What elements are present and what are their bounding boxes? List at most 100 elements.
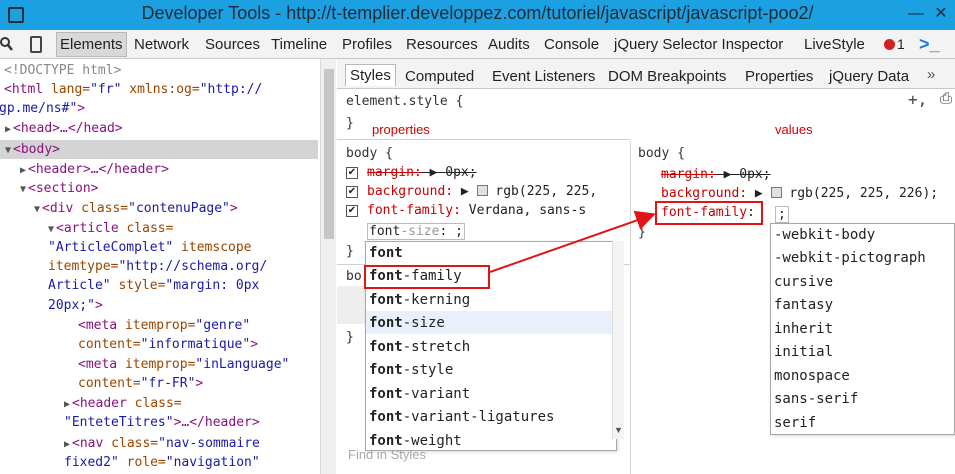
tab-resources[interactable]: Resources — [406, 36, 478, 53]
collapse-triangle-icon[interactable]: ▼ — [20, 184, 26, 195]
property-edit-input[interactable]: font-size: ; — [367, 223, 465, 240]
element-style-selector[interactable]: element.style { — [346, 94, 463, 109]
body-rule-close: } — [346, 244, 354, 259]
value-suggestion[interactable]: -webkit-pictograph — [774, 250, 926, 266]
suggestion-font-kerning[interactable]: font-kerning — [369, 292, 470, 308]
dom-node-header-titres[interactable]: ▶ <header class= — [64, 396, 182, 411]
dom-node-meta-lang-cont[interactable]: content="fr-FR"> — [78, 376, 203, 391]
tab-event-listeners[interactable]: Event Listeners — [492, 68, 595, 85]
dom-node-body[interactable]: ▼ <body> — [5, 142, 60, 157]
margin-declaration-right[interactable]: margin: ▶ 0px; — [661, 167, 771, 182]
add-rule-icon[interactable]: +, — [908, 90, 927, 109]
tab-profiles[interactable]: Profiles — [342, 36, 392, 53]
tab-jquery-data[interactable]: jQuery Data — [829, 68, 909, 85]
tab-elements[interactable]: Elements — [56, 32, 127, 57]
body-rule-close-right: } — [638, 225, 646, 240]
error-count[interactable]: 1 — [897, 36, 905, 52]
background-declaration[interactable]: background: ▶ rgb(225, 225, — [367, 184, 597, 199]
font-family-declaration[interactable]: font-family: Verdana, sans-s — [367, 203, 586, 218]
dom-scrollbar-thumb[interactable] — [324, 69, 334, 239]
value-autocomplete: -webkit-body -webkit-pictograph cursive … — [770, 223, 955, 435]
dom-node-meta-genre-cont[interactable]: content="informatique"> — [78, 337, 258, 352]
dom-node-doctype[interactable]: <!DOCTYPE html> — [4, 63, 121, 78]
tab-livestyle[interactable]: LiveStyle — [804, 36, 865, 53]
body-selector[interactable]: body { — [346, 146, 393, 161]
collapse-triangle-icon[interactable]: ▼ — [48, 224, 54, 235]
value-suggestion[interactable]: fantasy — [774, 297, 833, 313]
dom-node-header[interactable]: ▶ <header>…</header> — [20, 162, 169, 177]
tab-timeline[interactable]: Timeline — [271, 36, 327, 53]
dom-scrollbar[interactable] — [320, 59, 336, 474]
dom-node-article-cont[interactable]: 20px;"> — [48, 298, 103, 313]
error-icon[interactable] — [884, 39, 895, 50]
font-family-checkbox[interactable]: ✔ — [346, 205, 358, 217]
value-suggestion[interactable]: cursive — [774, 274, 833, 290]
dom-node-header-titres-cont[interactable]: "EnteteTitres">…</header> — [64, 415, 260, 430]
tab-dom-breakpoints[interactable]: DOM Breakpoints — [608, 68, 726, 85]
suggestion-font-style[interactable]: font-style — [369, 362, 453, 378]
margin-declaration[interactable]: margin: ▶ 0px; — [367, 165, 477, 180]
expand-triangle-icon[interactable]: ▶ — [20, 165, 26, 176]
print-media-icon[interactable]: ⎙ — [940, 89, 952, 107]
dom-node-nav[interactable]: ▶ <nav class="nav-sommaire — [64, 436, 260, 451]
background-declaration-right[interactable]: background: ▶ rgb(225, 225, 226); — [661, 186, 938, 201]
tab-console[interactable]: Console — [544, 36, 599, 53]
window-title: Developer Tools - http://t-templier.deve… — [141, 3, 814, 23]
value-suggestion[interactable]: serif — [774, 415, 816, 431]
second-rule-selector[interactable]: bo — [346, 269, 362, 284]
collapse-triangle-icon[interactable]: ▼ — [34, 204, 40, 215]
color-swatch[interactable] — [770, 187, 782, 198]
dom-node-article[interactable]: ▼ <article class= — [48, 221, 173, 236]
console-drawer-icon[interactable]: >_ — [919, 34, 940, 55]
dom-node-head[interactable]: ▶ <head>…</head> — [5, 121, 123, 136]
dom-node-article-cont[interactable]: Article" style="margin: 0px — [48, 278, 259, 293]
margin-checkbox[interactable]: ✔ — [346, 167, 358, 179]
dom-node-article-cont[interactable]: itemtype="http://schema.org/ — [48, 259, 267, 274]
expand-triangle-icon[interactable]: ▶ — [5, 124, 11, 135]
dom-node-html[interactable]: <html lang="fr" xmlns:og="http:// — [4, 82, 262, 97]
dom-node-nav-cont[interactable]: fixed2" role="navigation" — [64, 455, 260, 470]
value-suggestion[interactable]: sans-serif — [774, 391, 858, 407]
suggestion-font-variant-ligatures[interactable]: font-variant-ligatures — [369, 409, 554, 425]
tab-computed[interactable]: Computed — [405, 68, 474, 85]
color-swatch[interactable] — [476, 185, 488, 196]
tab-styles[interactable]: Styles — [345, 64, 396, 86]
dom-node-meta-lang[interactable]: <meta itemprop="inLanguage" — [78, 357, 289, 372]
rule-background — [337, 286, 367, 324]
dom-node-meta-genre[interactable]: <meta itemprop="genre" — [78, 318, 250, 333]
body-selector-right[interactable]: body { — [638, 146, 685, 161]
dom-node-article-cont[interactable]: "ArticleComplet" itemscope — [48, 240, 252, 255]
minimize-button[interactable]: — — [905, 4, 927, 24]
tab-jquery-selector-inspector[interactable]: jQuery Selector Inspector — [614, 36, 783, 53]
annotation-properties: properties — [372, 122, 430, 137]
suggestion-font-size[interactable]: font-size — [369, 315, 445, 331]
value-suggestion[interactable]: inherit — [774, 321, 833, 337]
value-suggestion[interactable]: initial — [774, 344, 833, 360]
collapse-triangle-icon[interactable]: ▼ — [5, 145, 11, 156]
element-style-close: } — [346, 116, 354, 131]
more-tabs-icon[interactable]: » — [927, 66, 935, 83]
expand-triangle-icon[interactable]: ▶ — [64, 439, 70, 450]
autocomplete-scrollbar[interactable] — [612, 241, 624, 439]
dom-node-section[interactable]: ▼ <section> — [20, 181, 98, 196]
search-icon[interactable] — [0, 36, 14, 52]
value-suggestion[interactable]: -webkit-body — [774, 227, 875, 243]
rule-separator — [337, 139, 630, 140]
background-checkbox[interactable]: ✔ — [346, 186, 358, 198]
value-suggestion[interactable]: monospace — [774, 368, 850, 384]
suggestion-font-stretch[interactable]: font-stretch — [369, 339, 470, 355]
device-mode-icon[interactable] — [30, 36, 42, 53]
suggestion-font[interactable]: font — [369, 245, 403, 261]
close-button[interactable]: ✕ — [930, 4, 952, 24]
suggestion-font-weight[interactable]: font-weight — [369, 433, 462, 449]
tab-network[interactable]: Network — [134, 36, 189, 53]
value-edit-input[interactable]: ; — [775, 206, 789, 223]
dom-node-html-cont[interactable]: gp.me/ns#"> — [0, 101, 85, 116]
tab-sources[interactable]: Sources — [205, 36, 260, 53]
scroll-down-arrow-icon[interactable]: ▼ — [614, 425, 623, 435]
expand-triangle-icon[interactable]: ▶ — [64, 399, 70, 410]
dom-node-div[interactable]: ▼ <div class="contenuPage"> — [34, 201, 238, 216]
suggestion-font-variant[interactable]: font-variant — [369, 386, 470, 402]
tab-properties[interactable]: Properties — [745, 68, 813, 85]
tab-audits[interactable]: Audits — [488, 36, 530, 53]
